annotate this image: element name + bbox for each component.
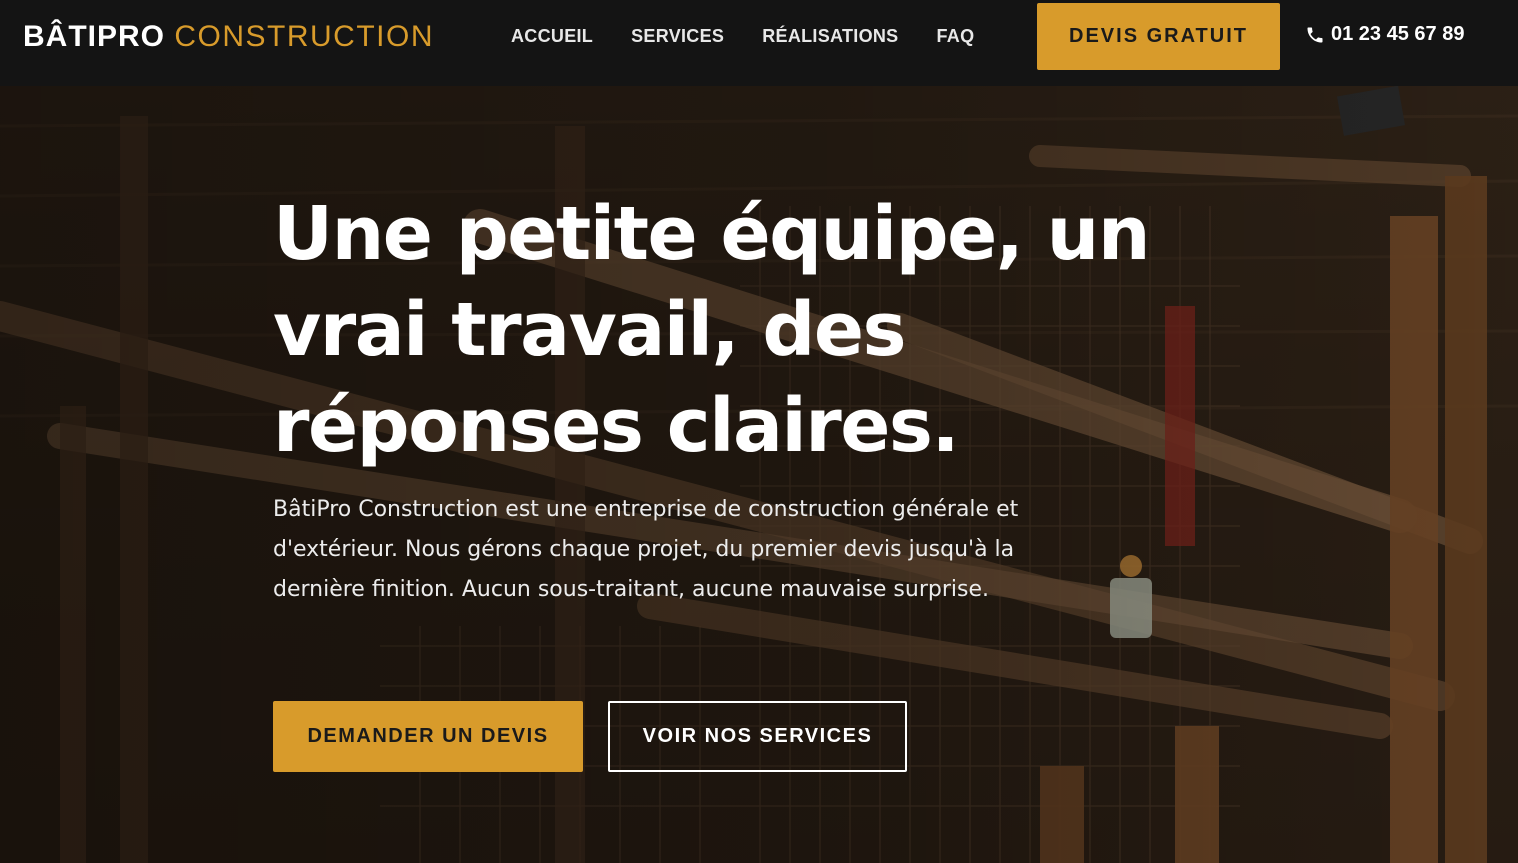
request-quote-button[interactable]: DEMANDER UN DEVIS: [273, 701, 583, 772]
nav-faq[interactable]: FAQ: [937, 25, 975, 47]
phone-link[interactable]: 01 23 45 67 89: [1305, 23, 1464, 46]
hero-section: Une petite équipe, un vrai travail, des …: [0, 86, 1518, 863]
main-nav: ACCUEIL SERVICES RÉALISATIONS FAQ: [511, 25, 974, 47]
brand-logo[interactable]: BÂTIPRO CONSTRUCTION: [23, 20, 434, 54]
hero-title: Une petite équipe, un vrai travail, des …: [273, 191, 1151, 469]
nav-accueil[interactable]: ACCUEIL: [511, 25, 593, 47]
nav-realisations[interactable]: RÉALISATIONS: [762, 25, 898, 47]
phone-number: 01 23 45 67 89: [1331, 23, 1465, 45]
hero-description: BâtiPro Construction est une entreprise …: [273, 497, 1019, 602]
brand-name-light: CONSTRUCTION: [174, 20, 434, 53]
view-services-button[interactable]: VOIR NOS SERVICES: [608, 701, 907, 772]
site-header: BÂTIPRO CONSTRUCTION ACCUEIL SERVICES RÉ…: [0, 0, 1518, 86]
phone-icon: [1305, 25, 1325, 45]
free-quote-button[interactable]: DEVIS GRATUIT: [1037, 3, 1280, 70]
nav-services[interactable]: SERVICES: [631, 25, 724, 47]
brand-name-bold: BÂTIPRO: [23, 20, 165, 53]
